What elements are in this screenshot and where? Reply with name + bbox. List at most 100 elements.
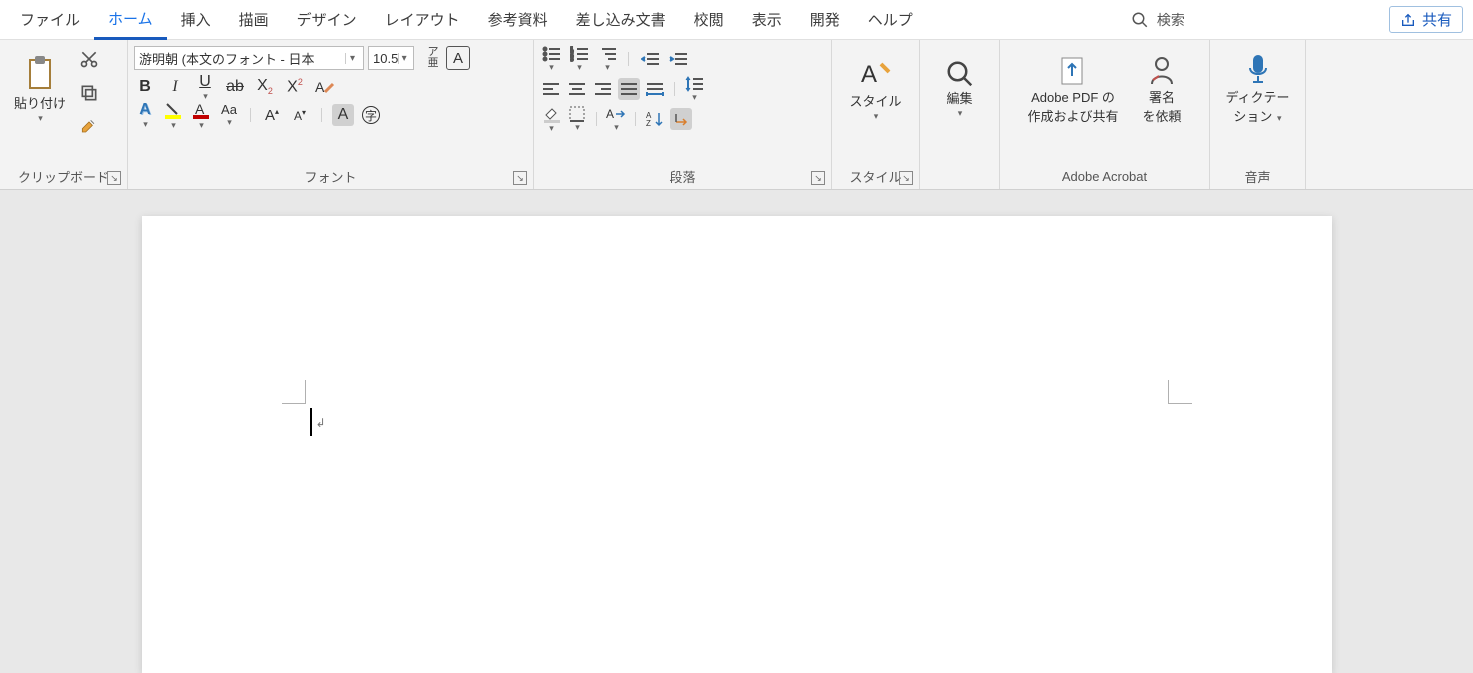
bold-icon: B — [139, 78, 151, 96]
search-button[interactable]: 検索 — [1117, 10, 1199, 30]
decrease-indent-button[interactable] — [639, 48, 661, 70]
phonetic-guide-button[interactable]: ア亜 — [422, 47, 444, 69]
strikethrough-button[interactable]: ab — [224, 76, 246, 98]
chevron-down-icon: ▾ — [143, 119, 148, 130]
outdent-icon — [641, 51, 659, 67]
tab-mailings[interactable]: 差し込み文書 — [562, 0, 680, 40]
group-clipboard: 貼り付け ▾ — [0, 40, 128, 189]
styles-button[interactable]: A スタイル ▾ — [841, 44, 909, 134]
format-painter-button[interactable] — [78, 116, 100, 138]
subscript-button[interactable]: X2 — [254, 76, 276, 98]
share-label: 共有 — [1422, 9, 1452, 30]
copy-button[interactable] — [78, 82, 100, 104]
justify-button[interactable] — [618, 78, 640, 100]
tab-references[interactable]: 参考資料 — [474, 0, 562, 40]
increase-indent-button[interactable] — [667, 48, 689, 70]
shrink-font-icon: A▾ — [294, 108, 306, 123]
italic-button[interactable]: I — [164, 76, 186, 98]
shading-button[interactable]: ▾ — [540, 108, 562, 130]
chevron-down-icon: ▾ — [577, 62, 582, 73]
character-border-button[interactable]: A — [446, 46, 470, 70]
chevron-down-icon: ▾ — [227, 117, 232, 128]
chevron-down-icon: ▾ — [38, 113, 43, 124]
align-right-button[interactable] — [592, 78, 614, 100]
character-shading-button[interactable]: A — [332, 104, 354, 126]
font-color-button[interactable]: A▾ — [190, 104, 212, 126]
group-voice: ディクテー ション ▾ 音声 — [1210, 40, 1306, 189]
enclose-characters-button[interactable]: 字 — [360, 104, 382, 126]
bullets-button[interactable]: ▾ — [540, 48, 562, 70]
scissors-icon — [79, 49, 99, 69]
line-spacing-button[interactable]: ▾ — [683, 78, 705, 100]
distributed-button[interactable] — [644, 78, 666, 100]
search-label: 検索 — [1157, 10, 1185, 30]
align-center-button[interactable] — [566, 78, 588, 100]
shading-char-icon: A — [338, 106, 349, 124]
styles-launcher[interactable]: ↘ — [899, 171, 913, 185]
request-signature-button[interactable]: 署名 を依頼 — [1135, 44, 1190, 134]
tab-home[interactable]: ホーム — [94, 0, 167, 40]
align-center-icon — [568, 82, 586, 96]
pdf-upload-icon — [1056, 52, 1090, 88]
multilevel-icon — [598, 46, 616, 62]
phonetic-icon: ア亜 — [428, 47, 439, 69]
group-acrobat: Adobe PDF の 作成および共有 署名 を依頼 Adobe Acrobat — [1000, 40, 1210, 189]
numbering-button[interactable]: 123▾ — [568, 48, 590, 70]
highlight-button[interactable]: ▾ — [162, 104, 184, 126]
dictate-button[interactable]: ディクテー ション ▾ — [1217, 44, 1297, 134]
font-size-value: 10.5 — [373, 51, 398, 66]
superscript-icon: X2 — [287, 77, 303, 96]
align-left-button[interactable] — [540, 78, 562, 100]
paste-button[interactable]: 貼り付け ▾ — [6, 44, 74, 134]
group-font: 游明朝 (本文のフォント - 日本 ▾ 10.5 ▾ ア亜 A B I U▾ — [128, 40, 534, 189]
create-pdf-button[interactable]: Adobe PDF の 作成および共有 — [1019, 44, 1126, 134]
svg-text:A: A — [315, 79, 325, 95]
show-marks-button[interactable] — [670, 108, 692, 130]
document-page[interactable]: ↲ — [142, 216, 1332, 673]
tab-help[interactable]: ヘルプ — [854, 0, 927, 40]
tab-review[interactable]: 校閲 — [680, 0, 738, 40]
borders-button[interactable]: ▾ — [566, 108, 588, 130]
grow-font-button[interactable]: A▴ — [261, 104, 283, 126]
change-case-button[interactable]: Aa▾ — [218, 104, 240, 126]
tab-draw[interactable]: 描画 — [225, 0, 283, 40]
multilevel-list-button[interactable]: ▾ — [596, 48, 618, 70]
paragraph-launcher[interactable]: ↘ — [811, 171, 825, 185]
chevron-down-icon: ▾ — [199, 120, 204, 131]
paste-label: 貼り付け — [14, 96, 66, 113]
editing-button[interactable]: 編集 ▾ — [937, 44, 983, 134]
underline-button[interactable]: U▾ — [194, 76, 216, 98]
text-direction-button[interactable]: A▾ — [605, 108, 627, 130]
superscript-button[interactable]: X2 — [284, 76, 306, 98]
tab-design[interactable]: デザイン — [283, 0, 371, 40]
svg-text:3: 3 — [570, 57, 574, 62]
tab-view[interactable]: 表示 — [738, 0, 796, 40]
font-size-combo[interactable]: 10.5 ▾ — [368, 46, 414, 70]
tab-developer[interactable]: 開発 — [796, 0, 854, 40]
chevron-down-icon: ▾ — [692, 92, 697, 103]
share-button[interactable]: 共有 — [1389, 6, 1463, 33]
sort-button[interactable]: AZ — [644, 108, 666, 130]
clear-formatting-button[interactable]: A — [314, 76, 336, 98]
cut-button[interactable] — [78, 48, 100, 70]
indent-icon — [669, 51, 687, 67]
clipboard-launcher[interactable]: ↘ — [107, 171, 121, 185]
bold-button[interactable]: B — [134, 76, 156, 98]
margin-marker-top-left — [282, 380, 306, 404]
tab-file[interactable]: ファイル — [6, 0, 94, 40]
font-name-combo[interactable]: 游明朝 (本文のフォント - 日本 ▾ — [134, 46, 364, 70]
bullets-icon — [542, 46, 560, 62]
justify-icon — [620, 82, 638, 96]
svg-text:A: A — [861, 61, 877, 88]
search-icon — [1131, 11, 1149, 29]
highlight-icon — [163, 100, 183, 120]
tab-layout[interactable]: レイアウト — [371, 0, 474, 40]
tab-insert[interactable]: 挿入 — [167, 0, 225, 40]
document-background: ↲ — [0, 190, 1473, 673]
group-styles-label: スタイル — [849, 167, 901, 186]
sign-label-1: 署名 — [1149, 90, 1175, 107]
shrink-font-button[interactable]: A▾ — [289, 104, 311, 126]
group-acrobat-label: Adobe Acrobat — [1062, 169, 1147, 184]
text-effects-button[interactable]: A▾ — [134, 104, 156, 126]
font-launcher[interactable]: ↘ — [513, 171, 527, 185]
